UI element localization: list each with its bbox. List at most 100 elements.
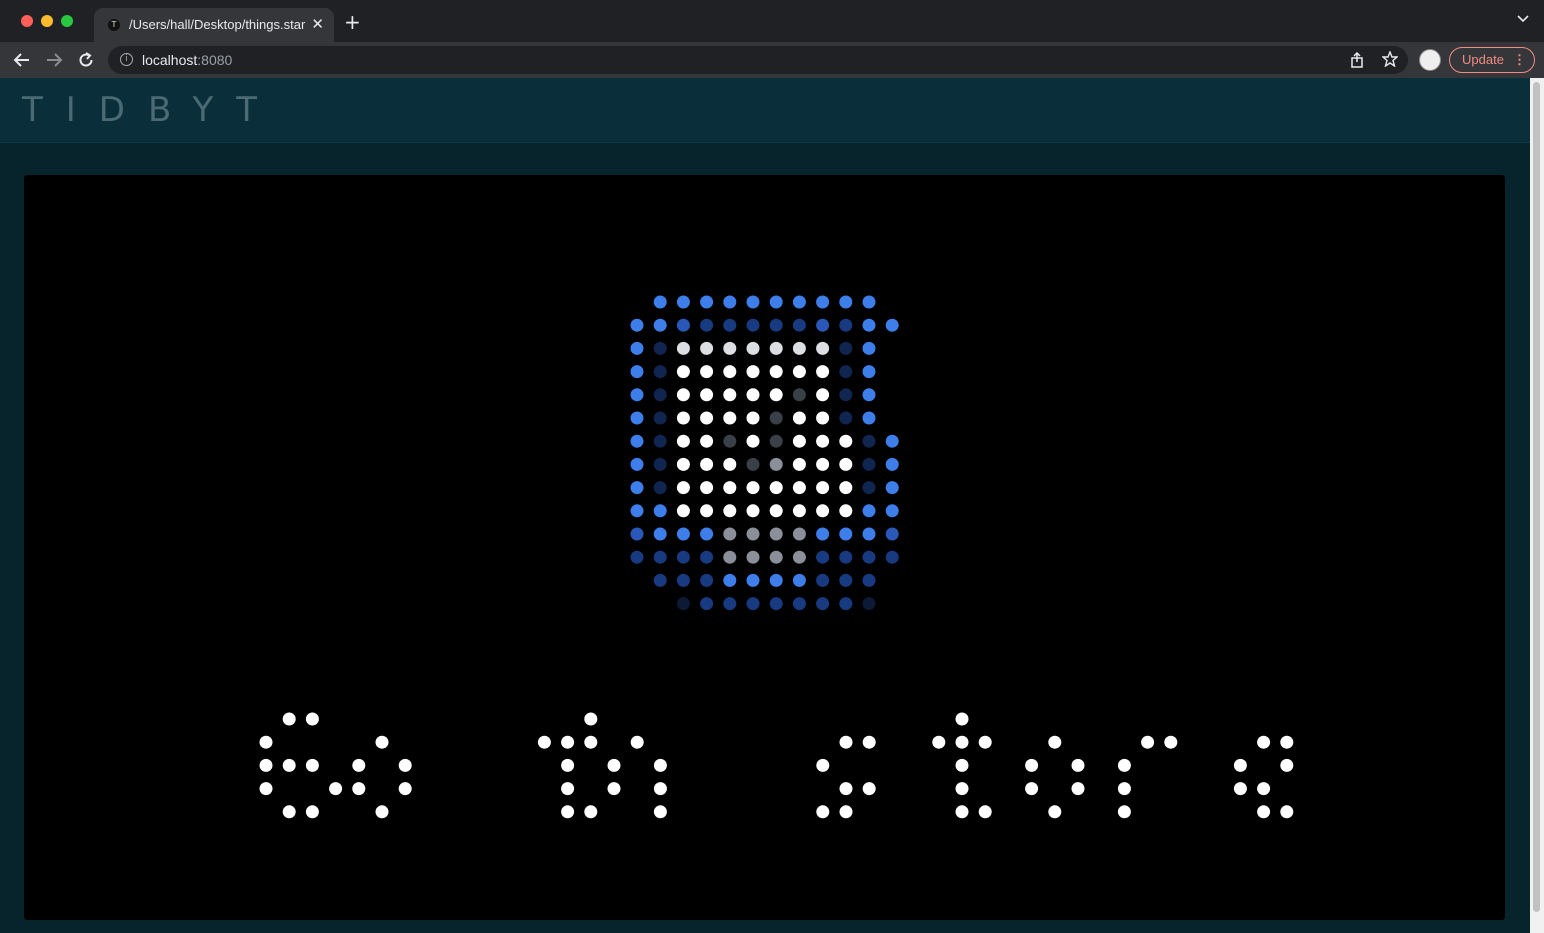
icon-pixel bbox=[630, 318, 644, 332]
url-host: localhost bbox=[142, 52, 198, 68]
icon-pixel bbox=[746, 318, 760, 332]
text-pixel bbox=[816, 805, 830, 819]
icon-pixel bbox=[676, 481, 690, 495]
icon-pixel bbox=[792, 457, 806, 471]
text-pixel bbox=[561, 782, 575, 796]
icon-pixel bbox=[862, 597, 876, 611]
star-icon[interactable] bbox=[1382, 51, 1398, 67]
text-pixel bbox=[839, 805, 853, 819]
browser-toolbar: i localhost:8080 Update ⋮ bbox=[0, 42, 1544, 78]
icon-pixel bbox=[792, 504, 806, 518]
icon-pixel bbox=[885, 527, 899, 541]
share-icon[interactable] bbox=[1350, 52, 1364, 68]
text-pixel bbox=[259, 782, 273, 796]
address-bar[interactable]: i localhost:8080 bbox=[108, 46, 1408, 74]
text-pixel bbox=[1257, 782, 1271, 796]
led-matrix bbox=[259, 295, 1294, 819]
back-arrow-icon[interactable] bbox=[12, 50, 32, 70]
icon-pixel bbox=[792, 295, 806, 309]
icon-pixel bbox=[862, 295, 876, 309]
icon-pixel bbox=[653, 573, 667, 587]
info-icon[interactable]: i bbox=[120, 53, 133, 66]
icon-pixel bbox=[862, 481, 876, 495]
chevron-down-icon[interactable] bbox=[1516, 12, 1530, 26]
text-pixel bbox=[305, 712, 319, 726]
icon-pixel bbox=[792, 388, 806, 402]
icon-pixel bbox=[862, 318, 876, 332]
text-pixel bbox=[630, 735, 644, 749]
icon-pixel bbox=[885, 434, 899, 448]
icon-pixel bbox=[885, 504, 899, 518]
text-pixel bbox=[955, 782, 969, 796]
icon-pixel bbox=[792, 573, 806, 587]
text-pixel bbox=[607, 782, 621, 796]
icon-pixel bbox=[862, 504, 876, 518]
icon-pixel bbox=[885, 481, 899, 495]
icon-pixel bbox=[723, 365, 737, 379]
window-zoom-button[interactable] bbox=[61, 15, 73, 27]
icon-pixel bbox=[792, 411, 806, 425]
icon-pixel bbox=[723, 318, 737, 332]
icon-pixel bbox=[839, 597, 853, 611]
site-logo[interactable]: TIDBYT bbox=[22, 90, 280, 130]
text-pixel bbox=[955, 712, 969, 726]
text-pixel bbox=[1025, 758, 1039, 772]
browser-tab[interactable]: T /Users/hall/Desktop/things.star ✕ bbox=[94, 8, 334, 42]
text-pixel bbox=[1233, 758, 1247, 772]
plus-icon[interactable]: + bbox=[344, 10, 361, 34]
text-pixel bbox=[259, 758, 273, 772]
text-pixel bbox=[352, 758, 366, 772]
icon-pixel bbox=[746, 481, 760, 495]
close-icon[interactable]: ✕ bbox=[311, 15, 324, 33]
icon-pixel bbox=[676, 457, 690, 471]
window-close-button[interactable] bbox=[21, 15, 33, 27]
text-pixel bbox=[607, 758, 621, 772]
icon-pixel bbox=[676, 504, 690, 518]
text-pixel bbox=[375, 735, 389, 749]
icon-pixel bbox=[723, 481, 737, 495]
text-pixel bbox=[1280, 758, 1294, 772]
icon-pixel bbox=[792, 597, 806, 611]
scrollbar-thumb[interactable] bbox=[1533, 82, 1540, 912]
update-label: Update bbox=[1462, 52, 1504, 67]
icon-pixel bbox=[630, 527, 644, 541]
icon-pixel bbox=[769, 504, 783, 518]
icon-pixel bbox=[839, 504, 853, 518]
icon-pixel bbox=[746, 457, 760, 471]
update-button[interactable]: Update ⋮ bbox=[1449, 47, 1535, 73]
icon-pixel bbox=[816, 457, 830, 471]
text-pixel bbox=[1164, 735, 1178, 749]
icon-pixel bbox=[676, 365, 690, 379]
window-minimize-button[interactable] bbox=[41, 15, 53, 27]
icon-pixel bbox=[700, 597, 714, 611]
reload-icon[interactable] bbox=[76, 50, 96, 70]
page-scrollbar[interactable] bbox=[1530, 78, 1544, 933]
icon-pixel bbox=[653, 365, 667, 379]
text-pixel bbox=[305, 758, 319, 772]
icon-pixel bbox=[769, 434, 783, 448]
icon-pixel bbox=[723, 573, 737, 587]
text-pixel bbox=[537, 735, 551, 749]
icon-pixel bbox=[723, 504, 737, 518]
icon-pixel bbox=[653, 550, 667, 564]
icon-pixel bbox=[862, 434, 876, 448]
icon-pixel bbox=[746, 434, 760, 448]
text-pixel bbox=[1025, 782, 1039, 796]
icon-pixel bbox=[769, 365, 783, 379]
icon-pixel bbox=[700, 457, 714, 471]
text-pixel bbox=[653, 782, 667, 796]
kebab-menu-icon[interactable]: ⋮ bbox=[1513, 48, 1526, 72]
icon-pixel bbox=[630, 504, 644, 518]
icon-pixel bbox=[653, 434, 667, 448]
icon-pixel bbox=[723, 527, 737, 541]
icon-pixel bbox=[700, 388, 714, 402]
text-pixel bbox=[375, 805, 389, 819]
icon-pixel bbox=[630, 481, 644, 495]
icon-pixel bbox=[700, 318, 714, 332]
profile-avatar[interactable] bbox=[1419, 49, 1441, 71]
icon-pixel bbox=[746, 550, 760, 564]
text-pixel bbox=[862, 735, 876, 749]
forward-arrow-icon[interactable] bbox=[44, 50, 64, 70]
icon-pixel bbox=[723, 457, 737, 471]
icon-pixel bbox=[653, 318, 667, 332]
